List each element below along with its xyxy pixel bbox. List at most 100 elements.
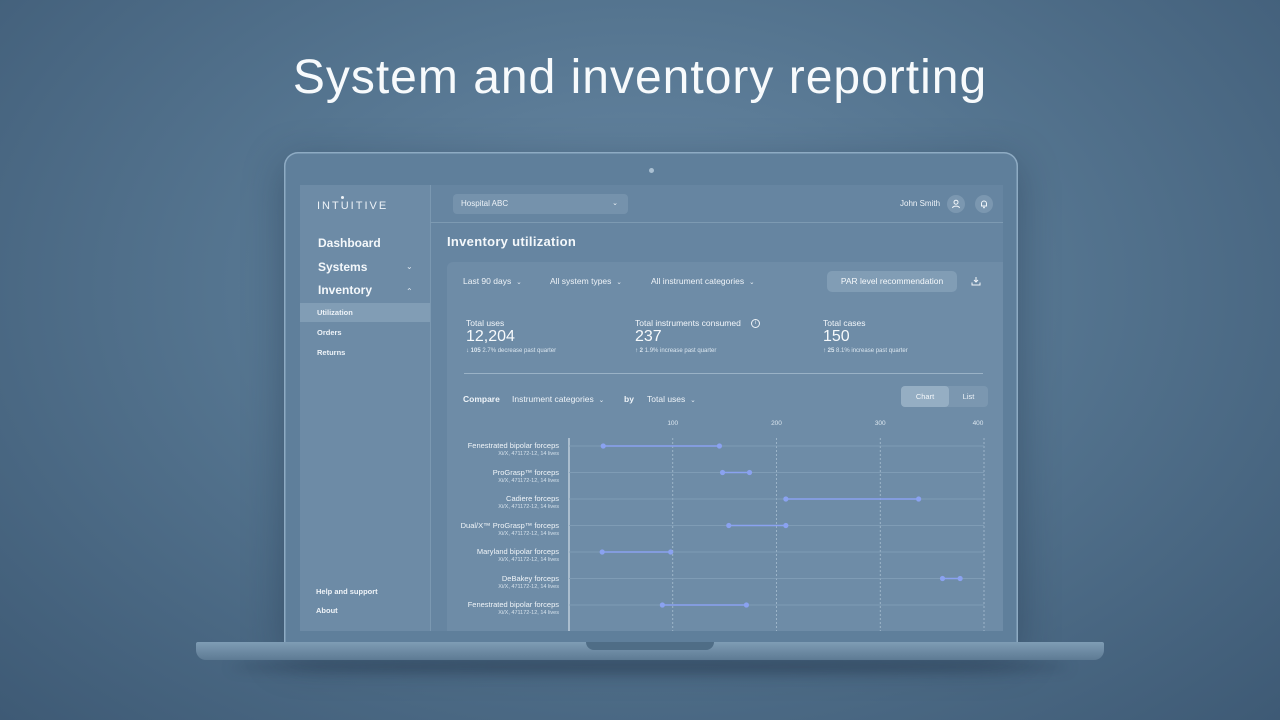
stat-change-value: 105 [470,348,481,354]
sidebar-item-returns[interactable]: Returns [317,348,345,357]
sidebar-item-dashboard[interactable]: Dashboard [318,236,381,250]
chevron-down-icon[interactable]: ⌄ [406,262,413,271]
stat-value-instruments-consumed: 237 [635,328,662,345]
row-sublabel: Xi/X, 471172-12, 14 lives [498,477,559,484]
stat-change-total-cases: ↑ 25 8.1% increase past quarter [823,348,908,354]
row-sublabel: Xi/X, 471172-12, 14 lives [498,530,559,537]
page-title: Inventory utilization [447,234,577,249]
user-icon [952,199,960,209]
range-end-point[interactable] [668,549,674,555]
range-start-point[interactable] [600,443,606,449]
app-screen: INTUITIVE Dashboard Systems ⌄ Inventory … [300,185,1003,631]
chart-view-button[interactable]: Chart [901,386,949,407]
x-tick-label: 200 [771,420,782,427]
by-label: by [624,394,634,404]
stat-change-total-uses: ↓ 105 2.7% decrease past quarter [466,348,556,354]
sidebar: INTUITIVE Dashboard Systems ⌄ Inventory … [300,185,431,631]
range-start-point[interactable] [783,496,789,502]
about-link[interactable]: About [316,606,338,615]
hospital-select-value: Hospital ABC [461,199,509,208]
compare-dimension-value: Instrument categories [512,394,594,404]
range-start-point[interactable] [726,522,732,529]
stat-arrow: ↑ [823,348,826,354]
stat-change-text: 1.9% increase past quarter [644,348,717,354]
row-label: DeBakey forceps [501,573,559,583]
stat-value-total-uses: 12,204 [466,328,515,345]
range-end-point[interactable] [957,575,963,582]
x-tick-label: 100 [667,420,679,427]
date-range-filter[interactable]: Last 90 days ⌄ [463,276,522,286]
chevron-down-icon: ⌄ [598,397,605,404]
instrument-category-label: All instrument categories [651,276,745,286]
chevron-down-icon: ⌄ [516,279,522,286]
row-sublabel: Xi/X, 471172-12, 14 lives [498,557,559,563]
system-type-label: All system types [550,276,612,286]
system-type-filter[interactable]: All system types ⌄ [550,276,622,286]
info-icon[interactable]: i [751,319,760,328]
sidebar-item-orders[interactable]: Orders [317,328,342,337]
x-tick-label: 400 [972,420,984,427]
compare-dimension-select[interactable]: Instrument categories ⌄ [512,394,604,404]
row-label: ProGrasp™ forceps [492,467,559,477]
notifications-button[interactable] [975,195,993,213]
section-divider [464,373,983,374]
laptop-shadow [230,660,1070,674]
compare-label: Compare [463,394,500,404]
stat-change-value: 25 [827,348,835,354]
row-label: Fenestrated bipolar forceps [467,600,559,609]
hospital-select[interactable]: Hospital ABC ⌄ [453,194,628,214]
download-icon[interactable] [971,276,981,286]
utilization-card: Last 90 days ⌄ All system types ⌄ All inst… [447,262,1003,631]
camera-dot [649,168,654,173]
chevron-down-icon: ⌄ [690,397,696,404]
stat-value-total-cases: 150 [823,328,850,345]
user-profile-button[interactable] [947,195,965,213]
stat-change-value: 2 [639,348,644,354]
list-view-button[interactable]: List [949,386,988,407]
stat-change-instruments-consumed: ↑ 2 1.9% increase past quarter [635,348,716,354]
view-toggle: Chart List [901,386,988,407]
laptop-notch [586,642,714,650]
row-label: Fenestrated bipolar forceps [467,441,559,450]
par-level-button[interactable]: PAR level recommendation [827,271,957,292]
chevron-down-icon: ⌄ [616,279,622,286]
range-end-point[interactable] [743,602,750,608]
compare-metric-value: Total uses [647,394,686,404]
range-start-point[interactable] [659,602,665,608]
sidebar-item-utilization[interactable]: Utilization [317,308,353,317]
logo-dot [341,196,344,199]
range-end-point[interactable] [783,522,789,529]
sidebar-item-systems[interactable]: Systems [318,260,367,274]
range-end-point[interactable] [716,443,723,449]
range-start-point[interactable] [599,549,605,555]
stat-label-total-cases: Total cases [823,318,866,328]
help-support-link[interactable]: Help and support [316,587,378,596]
instrument-category-filter[interactable]: All instrument categories ⌄ [651,276,755,286]
range-end-point[interactable] [746,469,753,476]
sidebar-item-inventory[interactable]: Inventory [318,283,372,297]
stat-change-text: 2.7% decrease past quarter [482,348,557,354]
page-headline: System and inventory reporting [292,51,988,104]
chevron-down-icon: ⌄ [612,200,618,207]
range-end-point[interactable] [916,496,922,502]
bell-icon [981,200,987,209]
range-start-point[interactable] [719,469,726,476]
row-label: Cadiere forceps [506,494,559,503]
row-sublabel: Xi/X, 471172-12, 14 lives [498,583,559,590]
range-start-point[interactable] [939,575,946,582]
date-range-label: Last 90 days [463,276,512,286]
stat-change-text: 8.1% increase past quarter [836,348,908,354]
row-sublabel: Xi/X, 471172-12, 14 lives [498,610,559,616]
laptop-base [196,642,1104,660]
row-sublabel: Xi/X, 471172-12, 14 lives [498,451,559,457]
compare-metric-select[interactable]: Total uses ⌄ [647,394,696,404]
chevron-up-icon[interactable]: ⌃ [406,287,413,296]
row-label: Dual/X™ ProGrasp™ forceps [460,520,559,530]
stat-label-instruments-consumed: Total instruments consumed [635,318,741,328]
row-sublabel: Xi/X, 471172-12, 14 lives [498,504,559,510]
chevron-down-icon: ⌄ [749,279,755,286]
row-label: Maryland bipolar forceps [476,547,559,556]
stat-label-total-uses: Total uses [466,318,505,328]
intuitive-logo: INTUITIVE [317,200,389,212]
user-name[interactable]: John Smith [900,199,940,208]
